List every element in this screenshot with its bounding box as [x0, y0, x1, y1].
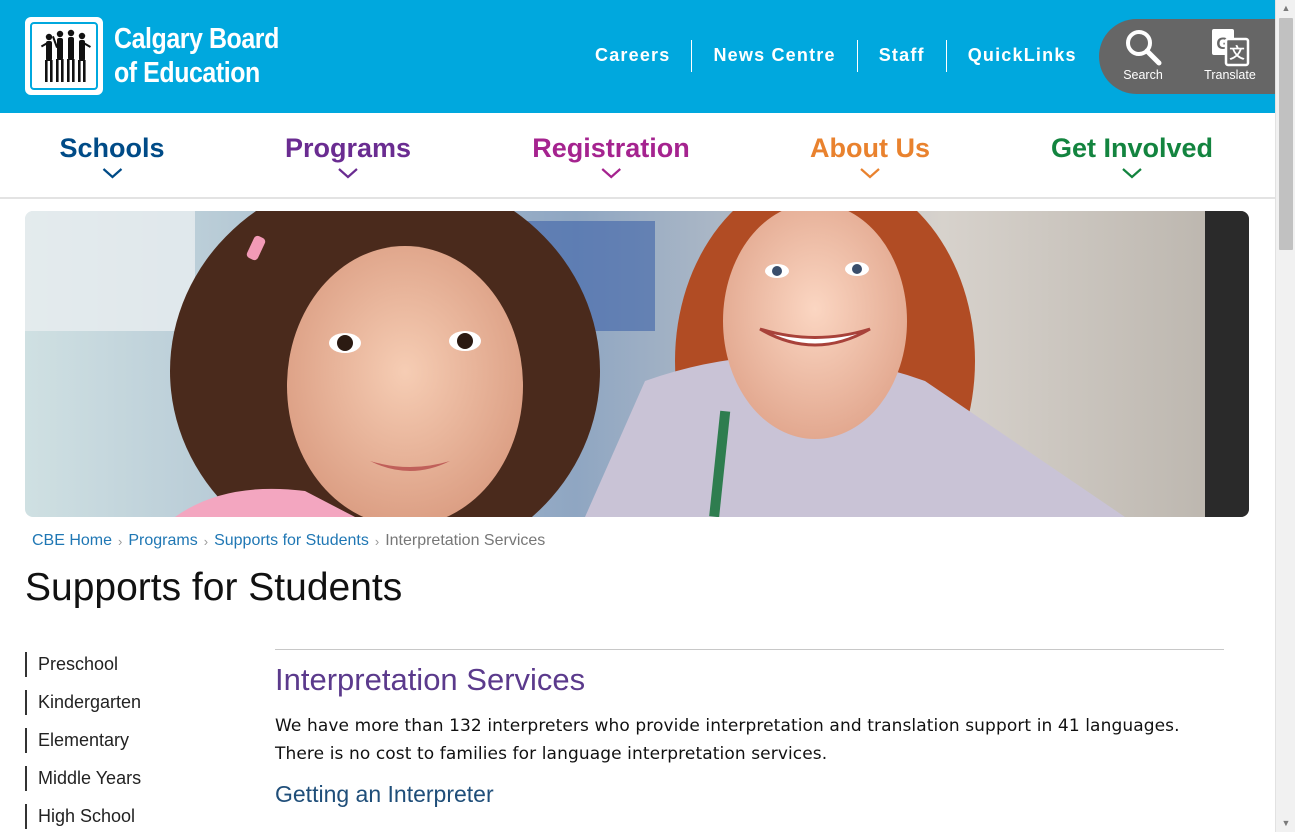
breadcrumb-current: Interpretation Services: [385, 532, 546, 549]
staff-link[interactable]: Staff: [858, 40, 947, 72]
chevron-down-icon: [1122, 168, 1142, 179]
logo-figures-icon: [30, 22, 98, 90]
search-icon: [1126, 30, 1162, 66]
page-scrollbar[interactable]: ▲ ▼: [1275, 0, 1295, 832]
main-content: Interpretation Services We have more tha…: [275, 649, 1224, 808]
sidebar-item-kindergarten[interactable]: Kindergarten: [25, 690, 141, 715]
nav-registration[interactable]: Registration: [532, 133, 690, 180]
nav-schools-label: Schools: [59, 133, 165, 163]
header-tools: Search G 文 Translate: [1099, 19, 1275, 94]
main-nav: Schools Programs Registration About Us G…: [0, 113, 1275, 199]
news-centre-link[interactable]: News Centre: [692, 40, 858, 72]
quicklinks-link[interactable]: QuickLinks: [947, 40, 1098, 72]
content-subheading: Getting an Interpreter: [275, 781, 494, 807]
nav-registration-label: Registration: [532, 133, 690, 163]
content-paragraph: We have more than 132 interpreters who p…: [275, 716, 1180, 764]
chevron-down-icon: [102, 168, 122, 179]
nav-programs[interactable]: Programs: [285, 133, 411, 180]
nav-get-involved[interactable]: Get Involved: [1051, 133, 1213, 180]
chevron-down-icon: [860, 168, 880, 179]
nav-about-us-label: About Us: [810, 133, 930, 163]
chevron-down-icon: [601, 168, 621, 179]
cbe-logo[interactable]: [25, 17, 103, 95]
nav-about-us[interactable]: About Us: [810, 133, 930, 180]
chevron-right-icon: ›: [203, 533, 209, 549]
chevron-right-icon: ›: [374, 533, 380, 549]
breadcrumb-supports-for-students[interactable]: Supports for Students: [214, 532, 369, 550]
chevron-down-icon: [338, 168, 358, 179]
translate-icon: G 文: [1212, 29, 1250, 67]
nav-get-involved-label: Get Involved: [1050, 133, 1214, 163]
search-button[interactable]: Search: [1103, 27, 1183, 82]
sidebar-item-middle-years[interactable]: Middle Years: [25, 766, 141, 791]
careers-link[interactable]: Careers: [574, 40, 693, 72]
svg-text:文: 文: [1229, 44, 1245, 62]
breadcrumb: CBE Home › Programs › Supports for Stude…: [32, 532, 545, 550]
nav-schools[interactable]: Schools: [59, 133, 165, 180]
breadcrumb-cbe-home[interactable]: CBE Home: [32, 532, 112, 550]
sidebar-item-preschool[interactable]: Preschool: [25, 652, 141, 677]
logo-wordmark[interactable]: Calgary Board of Education: [114, 22, 279, 90]
scroll-thumb[interactable]: [1279, 18, 1293, 250]
logo-line-1: Calgary Board: [114, 23, 279, 55]
page-title: Supports for Students: [25, 566, 403, 609]
scroll-down-icon[interactable]: ▼: [1276, 815, 1295, 832]
sidebar-item-elementary[interactable]: Elementary: [25, 728, 141, 753]
translate-button[interactable]: G 文 Translate: [1190, 27, 1270, 82]
scroll-up-icon[interactable]: ▲: [1276, 0, 1295, 17]
chevron-right-icon: ›: [118, 533, 123, 549]
sidebar-item-high-school[interactable]: High School: [25, 804, 141, 829]
site-header: Calgary Board of Education Careers News …: [0, 0, 1275, 113]
search-label: Search: [1123, 68, 1163, 82]
nav-programs-label: Programs: [284, 133, 412, 163]
logo-line-2: of Education: [114, 57, 260, 89]
content-heading: Interpretation Services: [275, 662, 586, 697]
utility-nav: Careers News Centre Staff QuickLinks: [574, 40, 1098, 72]
translate-label: Translate: [1204, 68, 1256, 82]
breadcrumb-programs[interactable]: Programs: [128, 532, 197, 550]
hero-image: [25, 211, 1249, 517]
sidebar-nav: Preschool Kindergarten Elementary Middle…: [25, 652, 141, 832]
